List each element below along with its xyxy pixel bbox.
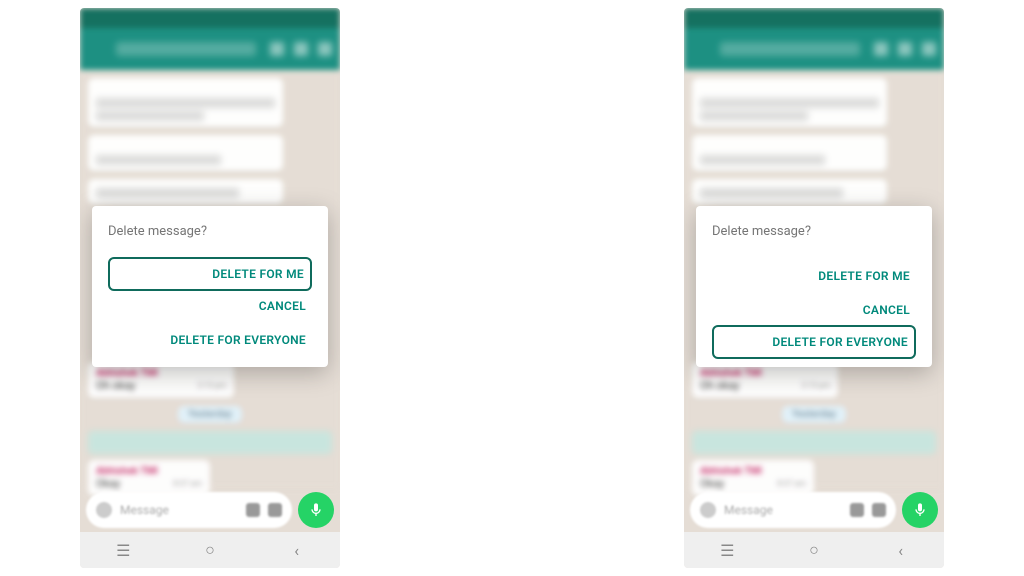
message-bubble [88, 179, 283, 204]
delete-dialog: Delete message? DELETE FOR ME CANCEL DEL… [696, 206, 932, 367]
sender-name: Abhishek TMI [700, 368, 830, 379]
message-input[interactable]: Message [690, 492, 896, 528]
nav-home-icon[interactable]: ○ [200, 540, 220, 560]
timestamp: 2:13 pm [801, 381, 830, 390]
back-icon[interactable] [88, 42, 102, 56]
mic-icon [912, 502, 928, 518]
dialog-title: Delete message? [712, 224, 916, 239]
phone-left: Abhishek TMI Oh okay 2:13 pm Yesterday A… [80, 8, 340, 568]
chat-title [720, 42, 860, 56]
timestamp: 2:13 pm [197, 381, 226, 390]
input-row: Message [80, 488, 340, 532]
delete-dialog: Delete message? DELETE FOR ME CANCEL DEL… [92, 206, 328, 367]
message-bubble [692, 78, 887, 127]
system-banner [692, 431, 936, 454]
attach-icon[interactable] [246, 503, 260, 517]
dialog-title: Delete message? [108, 224, 312, 239]
date-separator: Yesterday [178, 406, 242, 423]
phone-right: Abhishek TMI Oh okay 2:13 pm Yesterday A… [684, 8, 944, 568]
status-bar [684, 8, 944, 28]
delete-for-me-button[interactable]: DELETE FOR ME [108, 257, 312, 291]
mic-icon [308, 502, 324, 518]
nav-recents-icon[interactable]: ☰ [717, 540, 737, 560]
nav-back-icon[interactable]: ‹ [287, 540, 307, 560]
message-input[interactable]: Message [86, 492, 292, 528]
delete-for-everyone-button[interactable]: DELETE FOR EVERYONE [712, 325, 916, 359]
timestamp: 8:37 am [777, 479, 806, 488]
emoji-icon[interactable] [700, 502, 716, 518]
message-bubble [88, 78, 283, 127]
sender-name: Abhishek TMI [96, 368, 226, 379]
sender-name: Abhishek TMI [96, 466, 202, 477]
status-bar [80, 8, 340, 28]
input-placeholder: Message [120, 503, 238, 517]
message-bubble [692, 179, 887, 204]
back-icon[interactable] [692, 42, 706, 56]
call-icon[interactable] [294, 42, 308, 56]
date-separator: Yesterday [782, 406, 846, 423]
input-placeholder: Message [724, 503, 842, 517]
camera-icon[interactable] [268, 503, 282, 517]
navigation-bar: ☰ ○ ‹ [684, 532, 944, 568]
camera-icon[interactable] [872, 503, 886, 517]
chat-title [116, 42, 256, 56]
app-bar [684, 28, 944, 70]
app-bar [80, 28, 340, 70]
video-call-icon[interactable] [270, 42, 284, 56]
message-bubble [88, 135, 283, 171]
navigation-bar: ☰ ○ ‹ [80, 532, 340, 568]
delete-for-me-button[interactable]: DELETE FOR ME [712, 259, 916, 293]
nav-home-icon[interactable]: ○ [804, 540, 824, 560]
input-row: Message [684, 488, 944, 532]
cancel-button[interactable]: CANCEL [712, 293, 916, 327]
nav-recents-icon[interactable]: ☰ [113, 540, 133, 560]
mic-button[interactable] [298, 492, 334, 528]
call-icon[interactable] [898, 42, 912, 56]
nav-back-icon[interactable]: ‹ [891, 540, 911, 560]
timestamp: 8:37 am [173, 479, 202, 488]
delete-for-everyone-button[interactable]: DELETE FOR EVERYONE [108, 323, 312, 357]
attach-icon[interactable] [850, 503, 864, 517]
video-call-icon[interactable] [874, 42, 888, 56]
mic-button[interactable] [902, 492, 938, 528]
action-icons [874, 42, 936, 56]
message-bubble [692, 135, 887, 171]
message-text: Oh okay [700, 379, 739, 392]
system-banner [88, 431, 332, 454]
overflow-icon[interactable] [318, 42, 332, 56]
cancel-button[interactable]: CANCEL [108, 289, 312, 323]
overflow-icon[interactable] [922, 42, 936, 56]
message-text: Oh okay [96, 379, 135, 392]
message-bubble[interactable]: Abhishek TMI Oh okay 2:13 pm [692, 362, 838, 398]
emoji-icon[interactable] [96, 502, 112, 518]
message-bubble[interactable]: Abhishek TMI Oh okay 2:13 pm [88, 362, 234, 398]
action-icons [270, 42, 332, 56]
sender-name: Abhishek TMI [700, 466, 806, 477]
